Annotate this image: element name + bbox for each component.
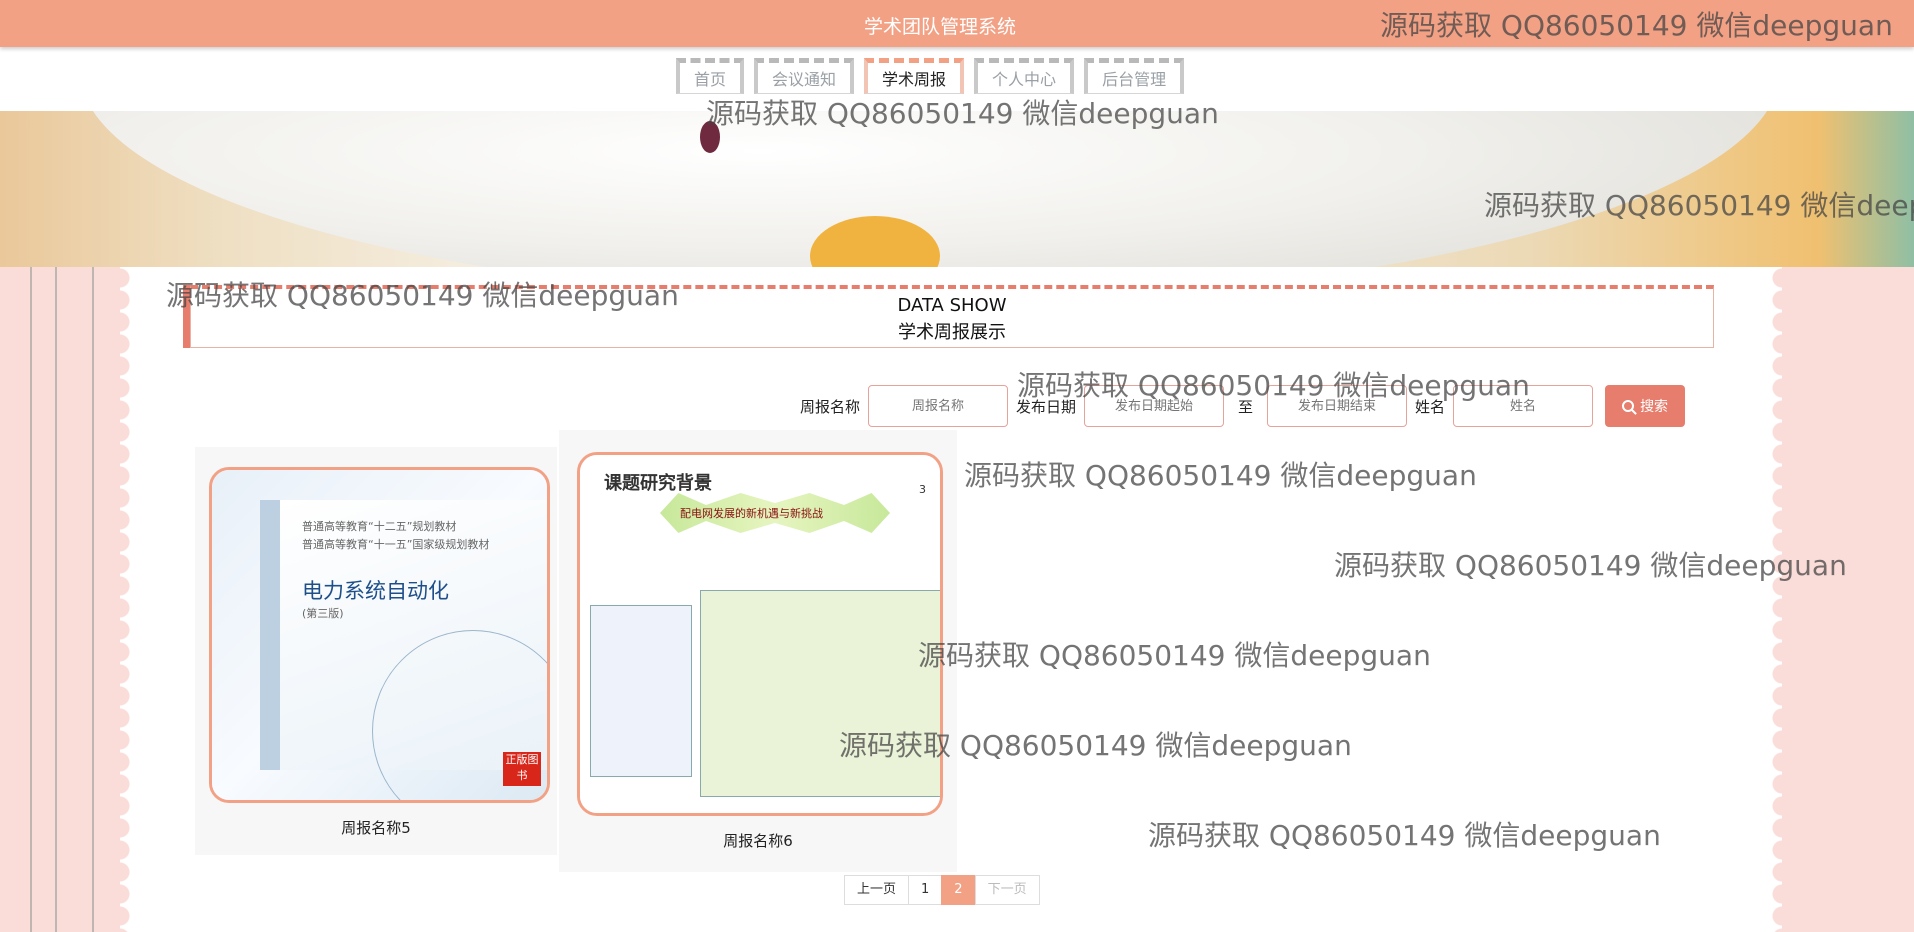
nav-item-home[interactable]: 首页 bbox=[676, 58, 745, 94]
banner-brush-graphic bbox=[700, 121, 720, 153]
book-edition: (第三版) bbox=[302, 607, 344, 620]
book-cover-image: 普通高等教育“十二五”规划教材 普通高等教育“十一五”国家级规划教材 电力系统自… bbox=[212, 470, 547, 800]
slide-diagram-right bbox=[700, 590, 940, 797]
pagination: 上一页 1 2 下一页 bbox=[844, 875, 1040, 905]
search-button-label: 搜索 bbox=[1640, 399, 1669, 415]
report-card-image: 普通高等教育“十二五”规划教材 普通高等教育“十一五”国家级规划教材 电力系统自… bbox=[209, 467, 550, 803]
slide-image: 课题研究背景 3 配电网发展的新机遇与新挑战 bbox=[580, 455, 940, 813]
decor-stripe bbox=[92, 267, 94, 932]
slide-heading: 课题研究背景 bbox=[604, 473, 712, 494]
prev-page-button[interactable]: 上一页 bbox=[844, 875, 910, 905]
scallop-border-left bbox=[120, 267, 142, 932]
slide-diagram-left bbox=[590, 605, 692, 777]
scallop-border-right bbox=[1760, 267, 1782, 932]
person-name-label: 姓名 bbox=[1415, 397, 1446, 416]
date-range-separator: 至 bbox=[1238, 397, 1254, 416]
nav-item-meeting-notice[interactable]: 会议通知 bbox=[754, 58, 855, 94]
page-button-2[interactable]: 2 bbox=[941, 875, 976, 905]
publish-date-label: 发布日期 bbox=[1016, 397, 1077, 416]
nav-item-academic-weekly[interactable]: 学术周报 bbox=[864, 58, 965, 94]
report-name-label: 周报名称 bbox=[800, 397, 861, 416]
main-nav: 首页 会议通知 学术周报 个人中心 后台管理 bbox=[676, 58, 1185, 94]
slide-page-number: 3 bbox=[919, 483, 926, 496]
report-card-title: 周报名称5 bbox=[341, 819, 411, 837]
book-series-1: 普通高等教育“十二五”规划教材 bbox=[302, 520, 457, 533]
slide-banner-text: 配电网发展的新机遇与新挑战 bbox=[680, 507, 823, 520]
person-name-input[interactable] bbox=[1453, 385, 1594, 427]
report-name-input[interactable] bbox=[868, 385, 1009, 427]
report-card[interactable]: 课题研究背景 3 配电网发展的新机遇与新挑战 周报名称6 bbox=[559, 430, 957, 872]
book-spine bbox=[260, 500, 280, 770]
page-button-1[interactable]: 1 bbox=[908, 875, 943, 905]
decor-stripe bbox=[55, 267, 57, 932]
search-icon bbox=[1622, 400, 1635, 412]
search-button[interactable]: 搜索 bbox=[1605, 385, 1686, 427]
book-stamp: 正版图书 bbox=[503, 752, 541, 786]
section-title-cn: 学术周报展示 bbox=[898, 322, 1006, 343]
nav-item-personal-center[interactable]: 个人中心 bbox=[974, 58, 1075, 94]
book-title: 电力系统自动化 bbox=[302, 579, 449, 603]
next-page-button[interactable]: 下一页 bbox=[974, 875, 1040, 905]
banner-image bbox=[0, 111, 1914, 267]
app-title: 学术团队管理系统 bbox=[863, 16, 1016, 38]
nav-item-admin[interactable]: 后台管理 bbox=[1084, 58, 1185, 94]
top-header-bar: 学术团队管理系统 bbox=[0, 0, 1914, 47]
report-card[interactable]: 普通高等教育“十二五”规划教材 普通高等教育“十一五”国家级规划教材 电力系统自… bbox=[195, 447, 557, 855]
section-title-en: DATA SHOW bbox=[897, 295, 1007, 316]
report-card-title: 周报名称6 bbox=[723, 832, 793, 850]
report-card-image: 课题研究背景 3 配电网发展的新机遇与新挑战 bbox=[577, 452, 943, 816]
publish-date-end-input[interactable] bbox=[1267, 385, 1408, 427]
book-series-2: 普通高等教育“十一五”国家级规划教材 bbox=[302, 538, 490, 551]
section-title-box: DATA SHOW 学术周报展示 bbox=[190, 285, 1714, 348]
publish-date-start-input[interactable] bbox=[1084, 385, 1225, 427]
search-bar: 周报名称 发布日期 至 姓名 搜索 bbox=[800, 385, 1686, 427]
decor-stripe bbox=[30, 267, 32, 932]
